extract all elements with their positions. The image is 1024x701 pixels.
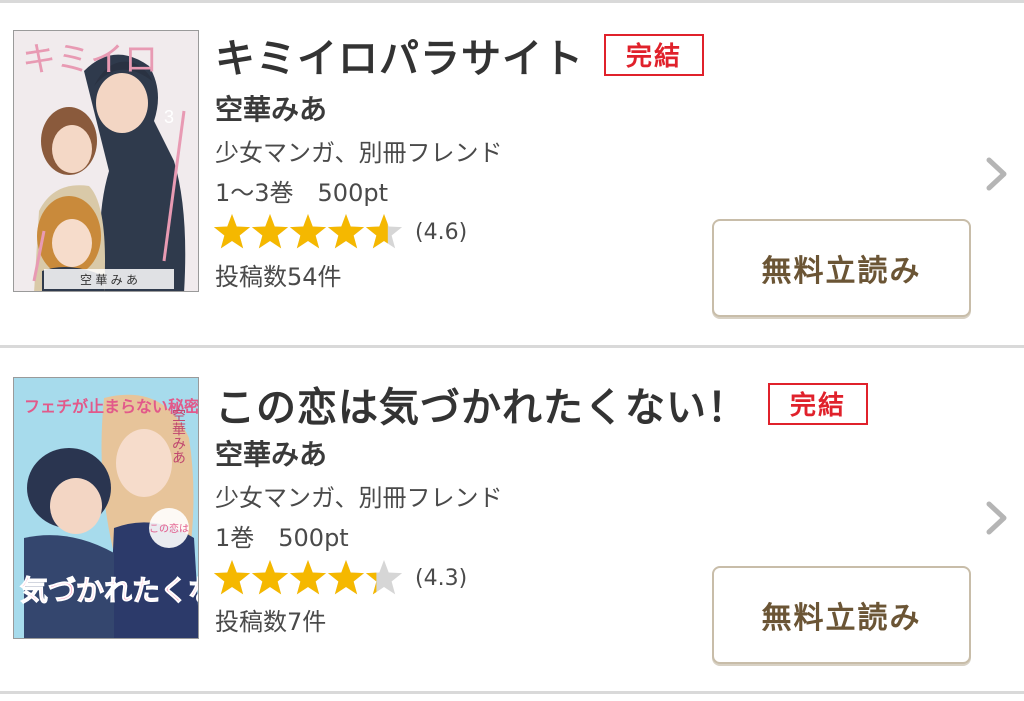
title-row: この恋は気づかれたくない！ 完結 <box>215 375 869 433</box>
book-cover[interactable]: フェチが止まらない秘密LOVE♥ 空華みあ この恋は 気づかれたくない! <box>13 377 199 639</box>
cover-author-text: 空華みあ <box>171 408 187 464</box>
free-read-button[interactable]: 無料立読み <box>712 566 971 664</box>
star-icon-filled <box>251 214 289 249</box>
book-title[interactable]: キミイロパラサイト <box>215 26 584 84</box>
volumes-price: 1巻 500pt <box>215 524 349 552</box>
status-badge: 完結 <box>604 34 705 76</box>
cover-author-text: 空 華 み あ <box>80 273 138 287</box>
star-icon-filled <box>327 560 365 595</box>
author-name[interactable]: 空華みあ <box>215 88 327 128</box>
book-title[interactable]: この恋は気づかれたくない！ <box>215 375 748 433</box>
divider <box>0 691 1024 694</box>
rating-value: (4.6) <box>415 219 468 245</box>
cover-series-text: キミイロ <box>22 41 158 79</box>
post-count[interactable]: 投稿数7件 <box>215 602 326 637</box>
star-rating: (4.6) <box>213 213 467 251</box>
cover-title-text: 気づかれたくない! <box>20 575 199 606</box>
star-rating: (4.3) <box>213 559 467 597</box>
author-name[interactable]: 空華みあ <box>215 433 327 473</box>
star-icon-filled <box>327 214 365 249</box>
star-icon-filled <box>251 560 289 595</box>
cover-small-title: この恋は <box>149 522 189 535</box>
book-item-kono-koi[interactable]: フェチが止まらない秘密LOVE♥ 空華みあ この恋は 気づかれたくない! この恋… <box>0 348 1024 688</box>
star-icon-filled <box>213 560 251 595</box>
chevron-right-icon[interactable] <box>984 156 1010 192</box>
star-rating-stars <box>213 214 403 249</box>
title-row: キミイロパラサイト 完結 <box>215 26 705 84</box>
free-read-button[interactable]: 無料立読み <box>712 219 971 317</box>
chevron-right-icon[interactable] <box>984 500 1010 536</box>
star-rating-stars <box>213 560 403 595</box>
genre-label: 少女マンガ、別冊フレンド <box>215 484 503 512</box>
book-item-kimiiro-parasite[interactable]: キミイロ 3 空 華 み あ キミイロパラサイト 完結 空華みあ 少女マンガ、別… <box>0 3 1024 343</box>
status-badge: 完結 <box>768 383 869 425</box>
cover-volume: 3 <box>164 107 174 127</box>
star-icon-filled <box>289 560 327 595</box>
volumes-price: 1〜3巻 500pt <box>215 179 388 207</box>
post-count[interactable]: 投稿数54件 <box>215 257 342 292</box>
rating-value: (4.3) <box>415 565 468 591</box>
genre-label: 少女マンガ、別冊フレンド <box>215 139 503 167</box>
book-cover[interactable]: キミイロ 3 空 華 み あ <box>13 30 199 292</box>
book-list: キミイロ 3 空 華 み あ キミイロパラサイト 完結 空華みあ 少女マンガ、別… <box>0 0 1024 701</box>
star-icon-filled <box>289 214 327 249</box>
star-icon-filled <box>213 214 251 249</box>
